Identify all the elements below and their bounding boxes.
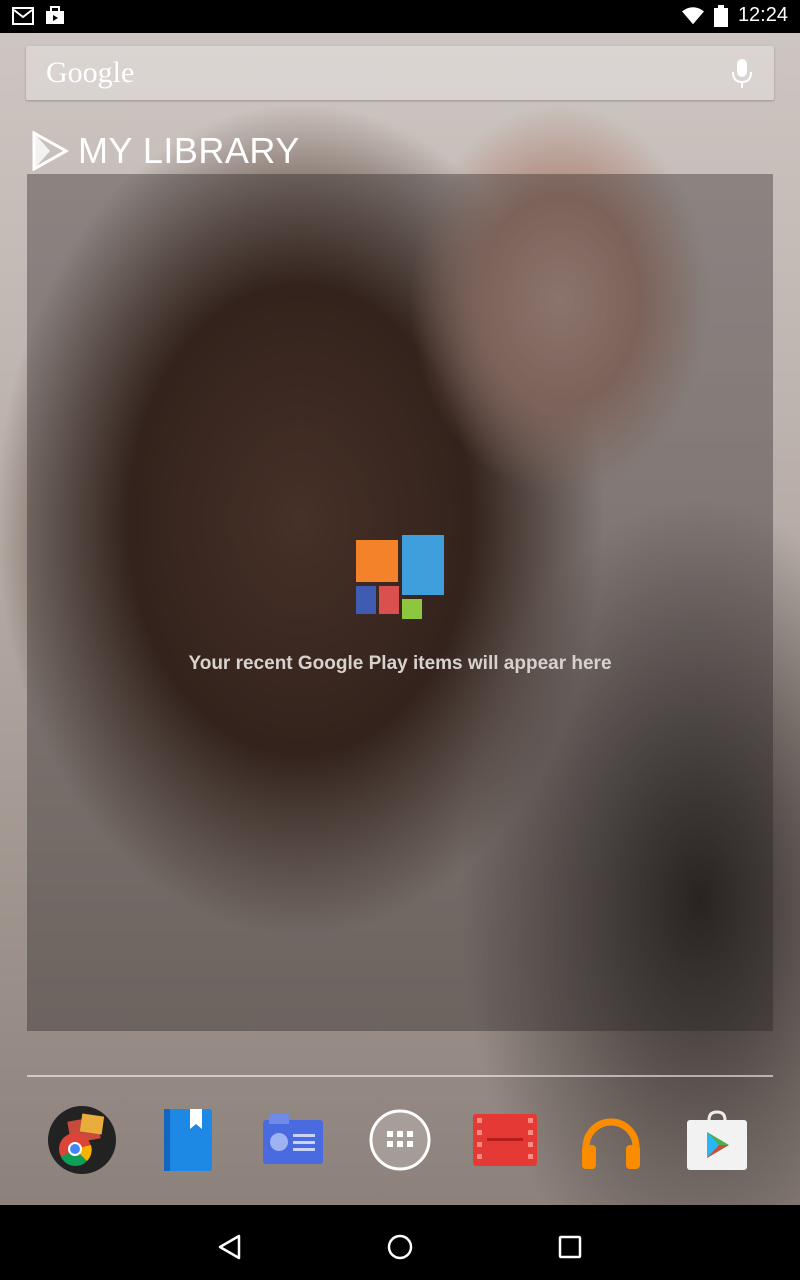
play-store-icon xyxy=(687,1110,747,1170)
dock xyxy=(0,1100,800,1190)
play-books-icon xyxy=(164,1109,212,1171)
library-title: MY LIBRARY xyxy=(78,130,300,171)
play-triangle-icon xyxy=(32,131,70,171)
clock: 12:24 xyxy=(737,4,788,26)
play-movies-icon xyxy=(473,1114,537,1166)
tile-red xyxy=(379,586,399,614)
home-button[interactable] xyxy=(380,1227,420,1267)
all-apps-icon xyxy=(369,1109,431,1171)
back-icon xyxy=(218,1234,241,1260)
back-button[interactable] xyxy=(210,1227,250,1267)
play-newsstand-icon xyxy=(263,1114,323,1164)
google-search-bar[interactable]: Google xyxy=(26,46,774,100)
tile-blue xyxy=(402,535,444,595)
empty-library-message: Your recent Google Play items will appea… xyxy=(188,653,612,674)
dock-play-music[interactable] xyxy=(571,1100,651,1180)
dock-chrome[interactable] xyxy=(42,1100,122,1180)
mic-icon[interactable] xyxy=(730,58,754,90)
library-header[interactable]: MY LIBRARY xyxy=(30,130,300,172)
home-icon xyxy=(387,1234,413,1260)
wifi-icon xyxy=(681,6,704,24)
chrome-icon xyxy=(48,1106,116,1174)
recents-icon xyxy=(558,1235,582,1259)
play-tiles-icon xyxy=(355,535,445,621)
dock-play-newsstand[interactable] xyxy=(253,1100,333,1180)
dock-divider xyxy=(27,1075,773,1077)
google-logo[interactable]: Google xyxy=(46,56,134,90)
tile-green xyxy=(402,599,422,619)
tile-navy xyxy=(356,586,376,614)
recents-button[interactable] xyxy=(550,1227,590,1267)
briefcase-icon xyxy=(46,6,64,24)
navigation-bar xyxy=(0,1205,800,1280)
status-bar: 12:24 xyxy=(0,0,800,33)
play-music-icon xyxy=(582,1118,640,1169)
dock-play-store[interactable] xyxy=(677,1100,757,1180)
battery-icon xyxy=(713,4,728,27)
dock-play-movies[interactable] xyxy=(465,1100,545,1180)
tile-orange xyxy=(356,540,398,582)
gmail-icon xyxy=(12,7,34,25)
dock-all-apps[interactable] xyxy=(360,1100,440,1180)
dock-play-books[interactable] xyxy=(148,1100,228,1180)
